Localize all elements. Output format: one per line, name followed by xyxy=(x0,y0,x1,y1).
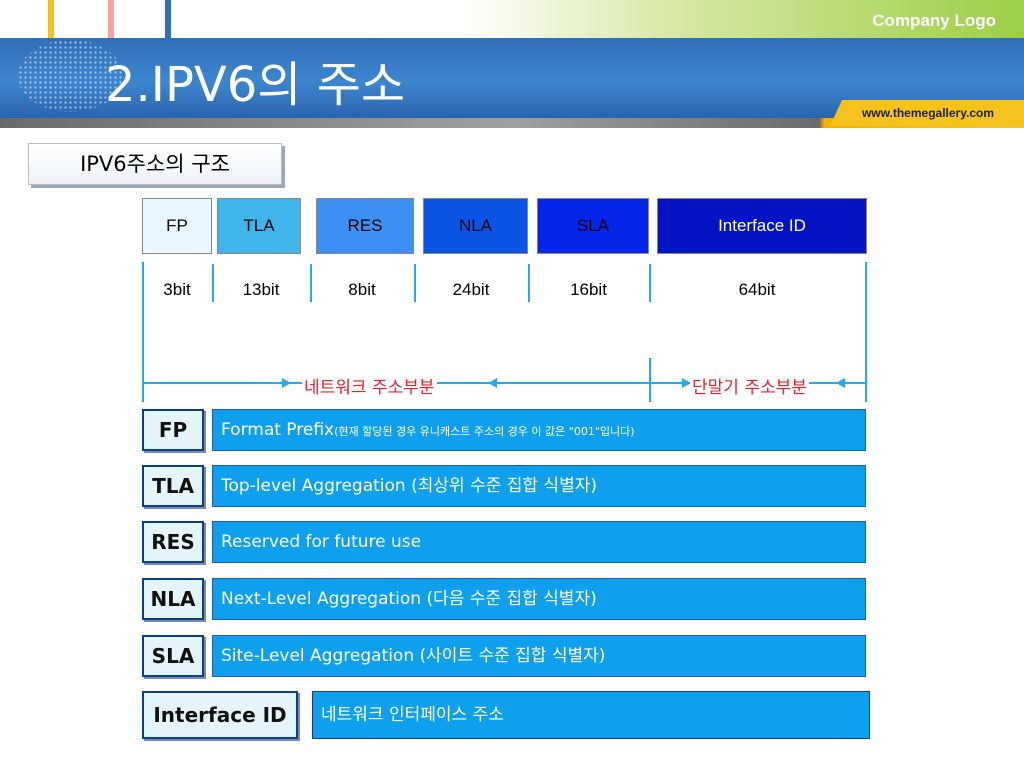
segment-res: RES xyxy=(316,198,414,254)
bits-fp: 3bit xyxy=(163,280,191,299)
website-url: www.themegallery.com xyxy=(861,106,994,120)
arrow-left-icon xyxy=(488,378,497,388)
bits-nla: 24bit xyxy=(452,280,490,299)
top-banner xyxy=(0,0,1024,40)
desc-fp-note: (현재 할당된 경우 유니캐스트 주소의 경우 이 값은 "001"입니다) xyxy=(334,425,635,438)
term-fp: FP xyxy=(142,409,204,451)
segment-nla: NLA xyxy=(423,198,528,254)
decor-stripe xyxy=(165,0,171,40)
desc-interface-id: 네트워크 인터페이스 주소 xyxy=(312,691,870,739)
bits-sla: 16bit xyxy=(570,280,607,299)
slide-title: 2.IPV6의 주소 xyxy=(105,57,406,113)
segment-fp: FP xyxy=(142,198,212,254)
section-subtitle: IPV6주소의 구조 xyxy=(28,143,282,185)
segment-sla: SLA xyxy=(537,198,649,254)
desc-nla: Next-Level Aggregation (다음 수준 집합 식별자) xyxy=(212,578,866,620)
desc-res: Reserved for future use xyxy=(212,521,866,563)
bit-divider xyxy=(865,262,867,402)
desc-fp-text: Format Prefix xyxy=(221,420,335,440)
term-interface-id: Interface ID xyxy=(142,691,298,739)
company-logo: Company Logo xyxy=(872,11,996,30)
desc-fp: Format Prefix(현재 할당된 경우 유니캐스트 주소의 경우 이 값… xyxy=(212,409,866,451)
decor-stripe xyxy=(108,0,114,40)
bits-interface-id: 64bit xyxy=(738,280,776,299)
term-tla: TLA xyxy=(142,465,204,507)
host-range-label: 단말기 주소부분 xyxy=(690,373,809,398)
bits-res: 8bit xyxy=(348,280,376,299)
arrow-left-icon xyxy=(836,378,845,388)
segment-interface-id: Interface ID xyxy=(657,198,867,254)
desc-tla: Top-level Aggregation (최상위 수준 집합 식별자) xyxy=(212,465,866,507)
term-sla: SLA xyxy=(142,635,204,677)
term-res: RES xyxy=(142,521,204,563)
network-range-label: 네트워크 주소부분 xyxy=(302,373,437,398)
term-nla: NLA xyxy=(142,578,204,620)
bits-tla: 13bit xyxy=(242,280,280,299)
bit-divider xyxy=(649,358,651,402)
decor-stripe xyxy=(48,0,54,40)
desc-sla: Site-Level Aggregation (사이트 수준 집합 식별자) xyxy=(212,635,866,677)
segment-tla: TLA xyxy=(217,198,301,254)
arrow-right-icon xyxy=(282,378,291,388)
